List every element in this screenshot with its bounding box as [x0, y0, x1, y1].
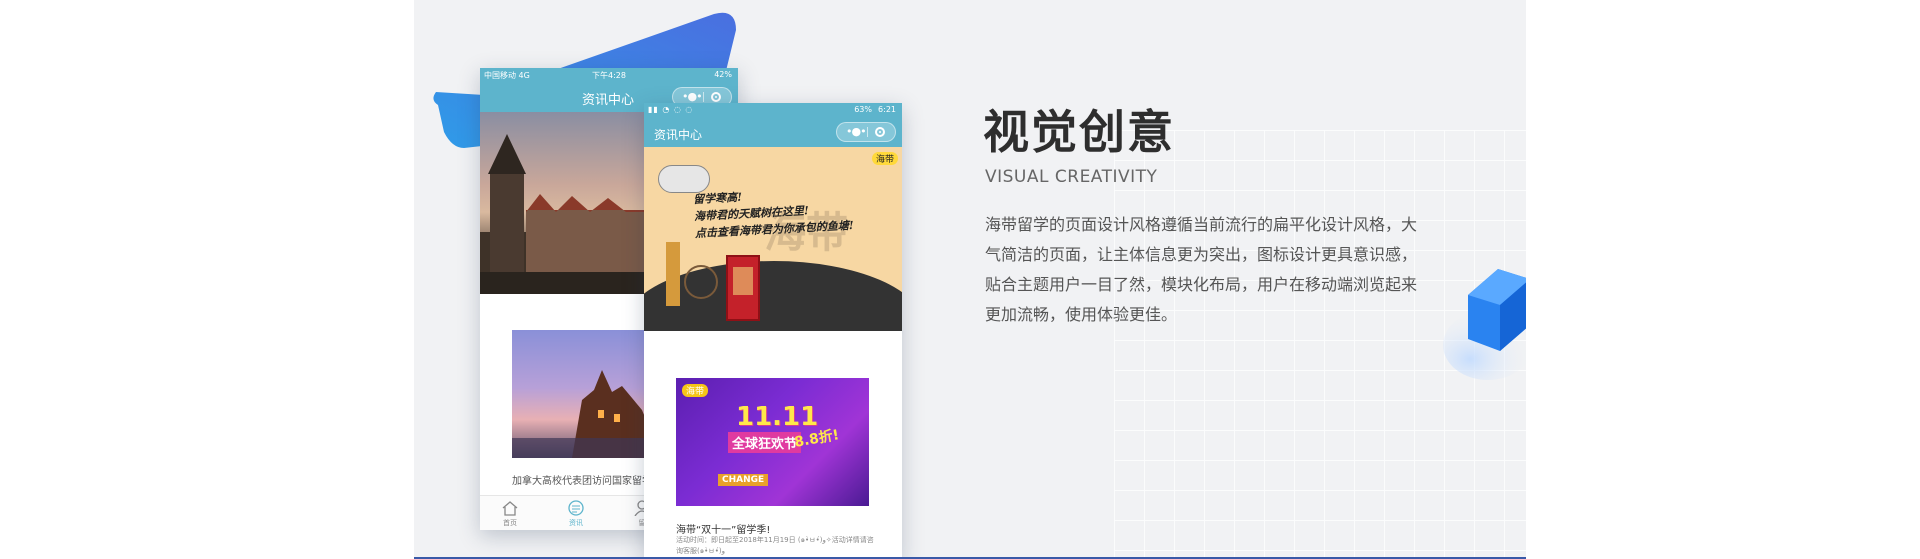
tab-home[interactable]: 首页	[490, 500, 530, 528]
brand-logo: 海带	[871, 152, 898, 165]
news-title[interactable]: 海带“双十一”留学季!	[676, 521, 770, 536]
section-title: 视觉创意	[983, 105, 1175, 159]
capsule-divider	[867, 127, 868, 137]
more-dots-icon[interactable]: •●•	[682, 90, 703, 103]
clock-label: 6:21	[878, 105, 896, 114]
clock-label: 下午4:28	[592, 71, 626, 80]
brand-logo: 海带	[682, 384, 709, 397]
close-circle-icon[interactable]	[875, 127, 885, 137]
capsule-divider	[703, 92, 704, 102]
banner-text: 留学寒高! 海带君的天赋树在这里! 点击查看海带君为你承包的鱼塘!	[693, 183, 854, 242]
clock-tower-icon	[666, 242, 680, 306]
visual-creativity-section: 中国移动 4G 下午4:28 42% 资讯中心 •●• 加拿大高校代表团访问国家…	[414, 0, 1526, 559]
tab-label: 资讯	[569, 519, 583, 527]
promo-banner[interactable]: 海带 海带 留学寒高! 海带君的天赋树在这里! 点击查看海带君为你承包的鱼塘!	[644, 147, 902, 331]
status-bar: ▮▮ ◔ ◌ ◌ 63% 6:21	[644, 103, 902, 118]
nav-bar: 资讯中心 •●•	[644, 118, 902, 147]
ferris-wheel-icon	[684, 265, 718, 299]
status-icons: ▮▮ ◔ ◌ ◌	[648, 105, 694, 114]
section-subtitle: VISUAL CREATIVITY	[985, 167, 1158, 187]
news-card-caption[interactable]: 加拿大高校代表团访问国家留学基	[512, 472, 662, 487]
close-circle-icon[interactable]	[711, 92, 721, 102]
ground-shape	[644, 261, 902, 331]
tab-label: 首页	[503, 519, 517, 527]
news-subtitle: 活动时间：即日起至2018年11月19日 (๑•̀ㅂ•́)و✧活动详情请咨询客服…	[676, 536, 874, 555]
carrier-label: 中国移动 4G	[484, 71, 530, 80]
status-bar: 中国移动 4G 下午4:28 42%	[480, 68, 738, 83]
cloud-icon	[658, 165, 710, 193]
phone-mockup-news-detail: ▮▮ ◔ ◌ ◌ 63% 6:21 资讯中心 •●• 海带 海带 留学寒高! 海…	[644, 103, 902, 559]
news-icon	[568, 500, 584, 516]
battery-label: 63%	[854, 105, 872, 114]
poster-date: 11.11	[736, 402, 819, 432]
battery-label: 42%	[714, 70, 732, 79]
double-eleven-poster[interactable]: 海带 11.11 全球狂欢节 8.8折! CHANGE	[676, 378, 869, 506]
poster-festival: 全球狂欢节	[728, 432, 802, 453]
home-icon	[502, 501, 518, 516]
decorative-cube	[1443, 269, 1526, 380]
mini-program-capsule[interactable]: •●•	[836, 122, 896, 142]
section-description: 海带留学的页面设计风格遵循当前流行的扁平化设计风格，大气简洁的页面，让主体信息更…	[985, 215, 1418, 324]
more-dots-icon[interactable]: •●•	[846, 125, 867, 138]
phone-booth-icon	[726, 255, 760, 321]
nav-title: 资讯中心	[582, 93, 635, 108]
tab-news[interactable]: 资讯	[556, 500, 596, 528]
nav-title: 资讯中心	[654, 128, 703, 142]
poster-change: CHANGE	[718, 474, 769, 486]
